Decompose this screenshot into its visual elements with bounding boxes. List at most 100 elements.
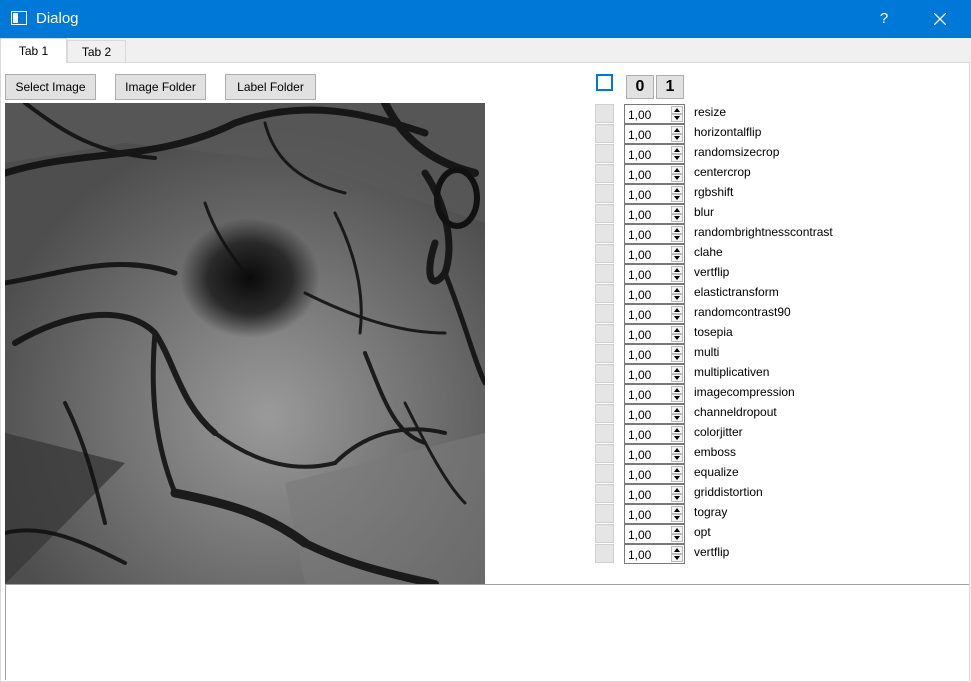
probability-spinbox[interactable]: 1,00 — [624, 344, 685, 364]
augmentation-checkbox[interactable] — [595, 364, 614, 383]
augmentation-checkbox[interactable] — [595, 104, 614, 123]
probability-spinbox[interactable]: 1,00 — [624, 404, 685, 424]
probability-spinbox[interactable]: 1,00 — [624, 464, 685, 484]
spin-up-icon[interactable] — [671, 386, 683, 394]
spin-up-icon[interactable] — [671, 166, 683, 174]
spin-up-icon[interactable] — [671, 366, 683, 374]
spin-down-icon[interactable] — [671, 394, 683, 402]
image-folder-button[interactable]: Image Folder — [115, 74, 206, 100]
select-image-button[interactable]: Select Image — [5, 74, 96, 100]
spin-up-icon[interactable] — [671, 326, 683, 334]
spin-up-icon[interactable] — [671, 406, 683, 414]
augmentation-checkbox[interactable] — [595, 424, 614, 443]
augmentation-checkbox[interactable] — [595, 504, 614, 523]
probability-spinbox[interactable]: 1,00 — [624, 284, 685, 304]
spin-up-icon[interactable] — [671, 546, 683, 554]
spin-down-icon[interactable] — [671, 234, 683, 242]
spin-up-icon[interactable] — [671, 426, 683, 434]
spin-down-icon[interactable] — [671, 494, 683, 502]
spin-down-icon[interactable] — [671, 254, 683, 262]
augmentation-checkbox[interactable] — [595, 444, 614, 463]
spin-down-icon[interactable] — [671, 194, 683, 202]
spin-up-icon[interactable] — [671, 446, 683, 454]
probability-spinbox[interactable]: 1,00 — [624, 184, 685, 204]
spin-down-icon[interactable] — [671, 554, 683, 562]
augmentation-checkbox[interactable] — [595, 264, 614, 283]
probability-spinbox[interactable]: 1,00 — [624, 384, 685, 404]
augmentation-checkbox[interactable] — [595, 384, 614, 403]
probability-spinbox[interactable]: 1,00 — [624, 484, 685, 504]
augmentation-checkbox[interactable] — [595, 164, 614, 183]
spin-down-icon[interactable] — [671, 534, 683, 542]
spin-down-icon[interactable] — [671, 314, 683, 322]
label-folder-button[interactable]: Label Folder — [225, 74, 316, 100]
spin-down-icon[interactable] — [671, 354, 683, 362]
spin-down-icon[interactable] — [671, 274, 683, 282]
probability-spinbox[interactable]: 1,00 — [624, 224, 685, 244]
spin-down-icon[interactable] — [671, 474, 683, 482]
spin-down-icon[interactable] — [671, 174, 683, 182]
probability-spinbox[interactable]: 1,00 — [624, 164, 685, 184]
probability-spinbox[interactable]: 1,00 — [624, 124, 685, 144]
augmentation-checkbox[interactable] — [595, 544, 614, 563]
spin-up-icon[interactable] — [671, 526, 683, 534]
probability-spinbox[interactable]: 1,00 — [624, 524, 685, 544]
spin-up-icon[interactable] — [671, 246, 683, 254]
spin-down-icon[interactable] — [671, 454, 683, 462]
probability-spinbox[interactable]: 1,00 — [624, 444, 685, 464]
spin-down-icon[interactable] — [671, 154, 683, 162]
augmentation-checkbox[interactable] — [595, 224, 614, 243]
close-button[interactable] — [917, 0, 963, 38]
probability-spinbox[interactable]: 1,00 — [624, 504, 685, 524]
set-zero-button[interactable]: 0 — [626, 75, 654, 99]
probability-spinbox[interactable]: 1,00 — [624, 204, 685, 224]
augmentation-checkbox[interactable] — [595, 524, 614, 543]
probability-spinbox[interactable]: 1,00 — [624, 264, 685, 284]
probability-spinbox[interactable]: 1,00 — [624, 324, 685, 344]
spin-up-icon[interactable] — [671, 106, 683, 114]
probability-spinbox[interactable]: 1,00 — [624, 424, 685, 444]
help-button[interactable]: ? — [866, 0, 902, 38]
augmentation-checkbox[interactable] — [595, 304, 614, 323]
select-all-checkbox[interactable] — [596, 74, 613, 91]
spin-down-icon[interactable] — [671, 374, 683, 382]
spin-up-icon[interactable] — [671, 306, 683, 314]
augmentation-checkbox[interactable] — [595, 144, 614, 163]
spin-up-icon[interactable] — [671, 486, 683, 494]
augmentation-checkbox[interactable] — [595, 344, 614, 363]
spin-up-icon[interactable] — [671, 466, 683, 474]
spin-up-icon[interactable] — [671, 146, 683, 154]
probability-spinbox[interactable]: 1,00 — [624, 364, 685, 384]
probability-spinbox[interactable]: 1,00 — [624, 144, 685, 164]
augmentation-checkbox[interactable] — [595, 184, 614, 203]
spin-up-icon[interactable] — [671, 206, 683, 214]
probability-spinbox[interactable]: 1,00 — [624, 244, 685, 264]
spin-down-icon[interactable] — [671, 134, 683, 142]
augmentation-checkbox[interactable] — [595, 284, 614, 303]
spin-down-icon[interactable] — [671, 334, 683, 342]
augmentation-checkbox[interactable] — [595, 464, 614, 483]
augmentation-checkbox[interactable] — [595, 484, 614, 503]
tab-1[interactable]: Tab 1 — [0, 38, 67, 63]
spin-up-icon[interactable] — [671, 286, 683, 294]
spin-down-icon[interactable] — [671, 114, 683, 122]
spin-down-icon[interactable] — [671, 214, 683, 222]
spin-down-icon[interactable] — [671, 294, 683, 302]
augmentation-checkbox[interactable] — [595, 244, 614, 263]
spin-up-icon[interactable] — [671, 346, 683, 354]
spin-up-icon[interactable] — [671, 186, 683, 194]
probability-spinbox[interactable]: 1,00 — [624, 544, 685, 564]
spin-up-icon[interactable] — [671, 226, 683, 234]
spin-down-icon[interactable] — [671, 434, 683, 442]
augmentation-checkbox[interactable] — [595, 404, 614, 423]
set-one-button[interactable]: 1 — [656, 75, 684, 99]
probability-spinbox[interactable]: 1,00 — [624, 104, 685, 124]
spin-up-icon[interactable] — [671, 126, 683, 134]
spin-down-icon[interactable] — [671, 414, 683, 422]
probability-spinbox[interactable]: 1,00 — [624, 304, 685, 324]
augmentation-checkbox[interactable] — [595, 324, 614, 343]
augmentation-checkbox[interactable] — [595, 124, 614, 143]
spin-up-icon[interactable] — [671, 506, 683, 514]
tab-2[interactable]: Tab 2 — [67, 40, 126, 62]
augmentation-checkbox[interactable] — [595, 204, 614, 223]
